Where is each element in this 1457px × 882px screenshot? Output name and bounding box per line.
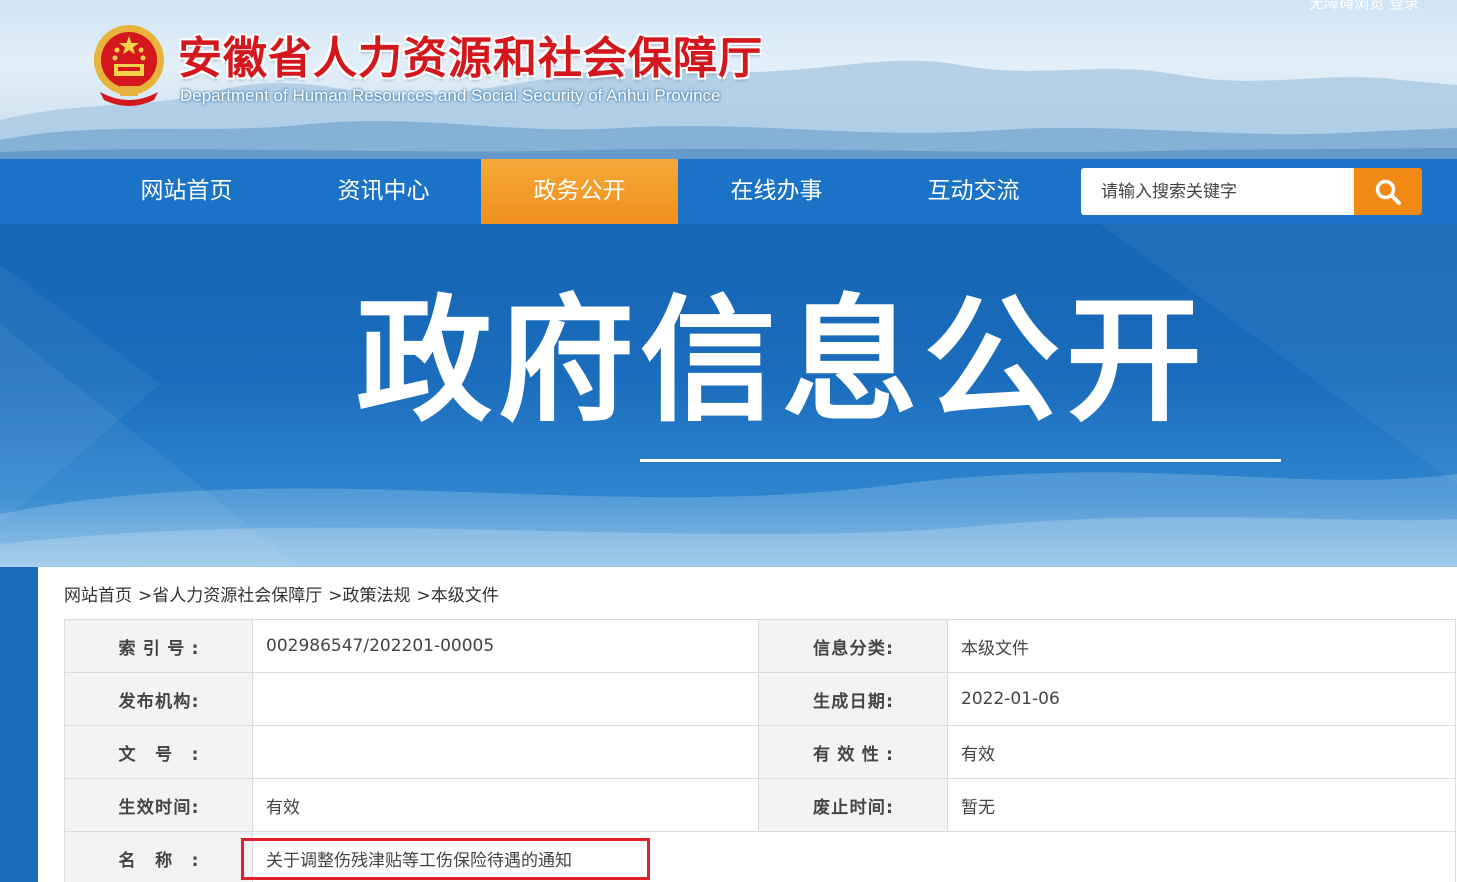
label-effective-time: 生效时间:	[64, 778, 253, 832]
table-row: 生效时间: 有效 废止时间: 暂无	[64, 778, 1456, 832]
breadcrumb-home[interactable]: 网站首页	[64, 586, 132, 606]
label-index-no: 索引号:	[64, 619, 253, 673]
nav-item-online-services[interactable]: 在线办事	[678, 159, 875, 224]
table-row: 发布机构: 生成日期: 2022-01-06	[64, 672, 1456, 726]
breadcrumb: 网站首页 >省人力资源社会保障厅 >政策法规 >本级文件	[64, 581, 499, 606]
label-publisher: 发布机构:	[64, 672, 253, 726]
value-effective-time: 有效	[252, 778, 759, 832]
content-panel: 网站首页 >省人力资源社会保障厅 >政策法规 >本级文件 索引号: 002986547…	[38, 567, 1457, 882]
banner-title: 政府信息公开	[356, 283, 1208, 441]
label-category: 信息分类:	[758, 619, 948, 673]
banner-underline	[640, 459, 1281, 462]
national-emblem-icon	[94, 25, 164, 106]
breadcrumb-separator: >	[138, 586, 153, 606]
value-category: 本级文件	[947, 619, 1456, 673]
label-doc-number: 文号:	[64, 725, 253, 779]
nav-item-news[interactable]: 资讯中心	[285, 159, 482, 224]
nav-item-home[interactable]: 网站首页	[88, 159, 285, 224]
value-publisher	[252, 672, 759, 726]
gov-info-banner: 政府信息公开	[0, 224, 1457, 567]
search-button[interactable]	[1354, 168, 1422, 215]
value-validity: 有效	[947, 725, 1456, 779]
search-input[interactable]	[1081, 168, 1355, 215]
top-links[interactable]: 无障碍浏览 登录	[1309, 0, 1419, 13]
label-validity: 有效性:	[758, 725, 948, 779]
breadcrumb-local-docs[interactable]: 本级文件	[431, 586, 499, 606]
value-index-no: 002986547/202201-00005	[252, 619, 759, 673]
breadcrumb-policy[interactable]: 政策法规	[343, 586, 411, 606]
label-doc-name: 名称:	[64, 831, 253, 882]
site-header: 无障碍浏览 登录 安徽省人力资源和社会保障厅 Department of Hum…	[0, 0, 1457, 159]
value-expiry-time: 暂无	[947, 778, 1456, 832]
nav-item-gov-affairs[interactable]: 政务公开	[481, 159, 678, 224]
table-row: 索引号: 002986547/202201-00005 信息分类: 本级文件	[64, 619, 1456, 673]
table-row: 文号: 有效性: 有效	[64, 725, 1456, 779]
value-doc-number	[252, 725, 759, 779]
search-box	[1081, 168, 1422, 215]
site-title: 安徽省人力资源和社会保障厅	[178, 33, 763, 84]
search-icon	[1375, 179, 1401, 205]
site-title-en: Department of Human Resources and Social…	[180, 86, 721, 105]
breadcrumb-department[interactable]: 省人力资源社会保障厅	[152, 586, 322, 606]
label-created-date: 生成日期:	[758, 672, 948, 726]
doc-name-highlight-box	[241, 838, 650, 880]
nav-item-interaction[interactable]: 互动交流	[875, 159, 1072, 224]
breadcrumb-separator: >	[416, 586, 431, 606]
value-created-date: 2022-01-06	[947, 672, 1456, 726]
label-expiry-time: 废止时间:	[758, 778, 948, 832]
breadcrumb-separator: >	[328, 586, 343, 606]
